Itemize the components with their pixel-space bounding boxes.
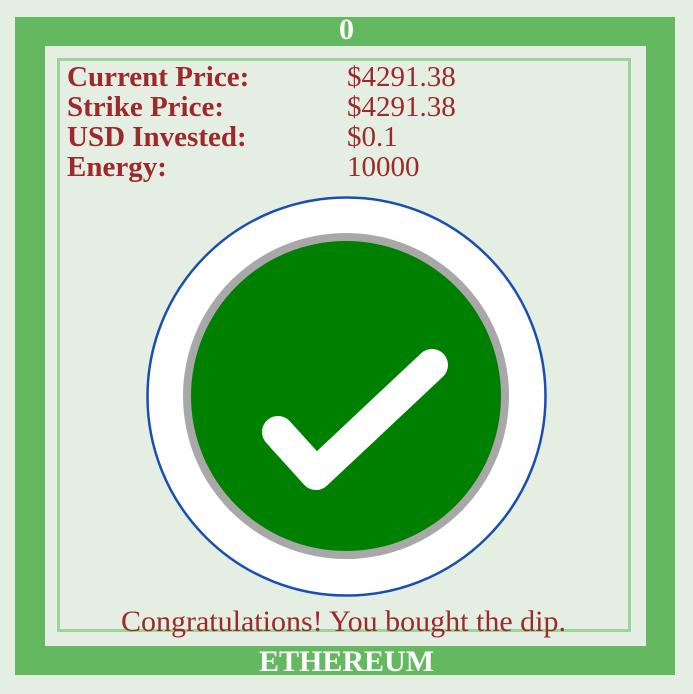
stat-row-current-price: Current Price: $4291.38 (67, 62, 456, 92)
result-message: Congratulations! You bought the dip. (120, 605, 566, 638)
stats-panel: Current Price: $4291.38 Strike Price: $4… (67, 62, 456, 182)
stat-row-strike-price: Strike Price: $4291.38 (67, 92, 456, 122)
checkmark-icon (146, 196, 547, 597)
stat-label: USD Invested: (67, 121, 247, 153)
coin-title: ETHEREUM (258, 645, 435, 678)
stat-label: Strike Price: (67, 91, 225, 123)
stat-value: $0.1 (347, 121, 398, 153)
stat-row-energy: Energy: 10000 (67, 152, 456, 182)
stat-label: Energy: (67, 151, 167, 183)
stat-value: $4291.38 (347, 91, 456, 123)
success-button[interactable] (146, 196, 547, 597)
score-display: 0 (339, 13, 354, 46)
stat-value: 10000 (347, 151, 420, 183)
stat-value: $4291.38 (347, 61, 456, 93)
stat-row-usd-invested: USD Invested: $0.1 (67, 122, 456, 152)
stat-label: Current Price: (67, 61, 250, 93)
